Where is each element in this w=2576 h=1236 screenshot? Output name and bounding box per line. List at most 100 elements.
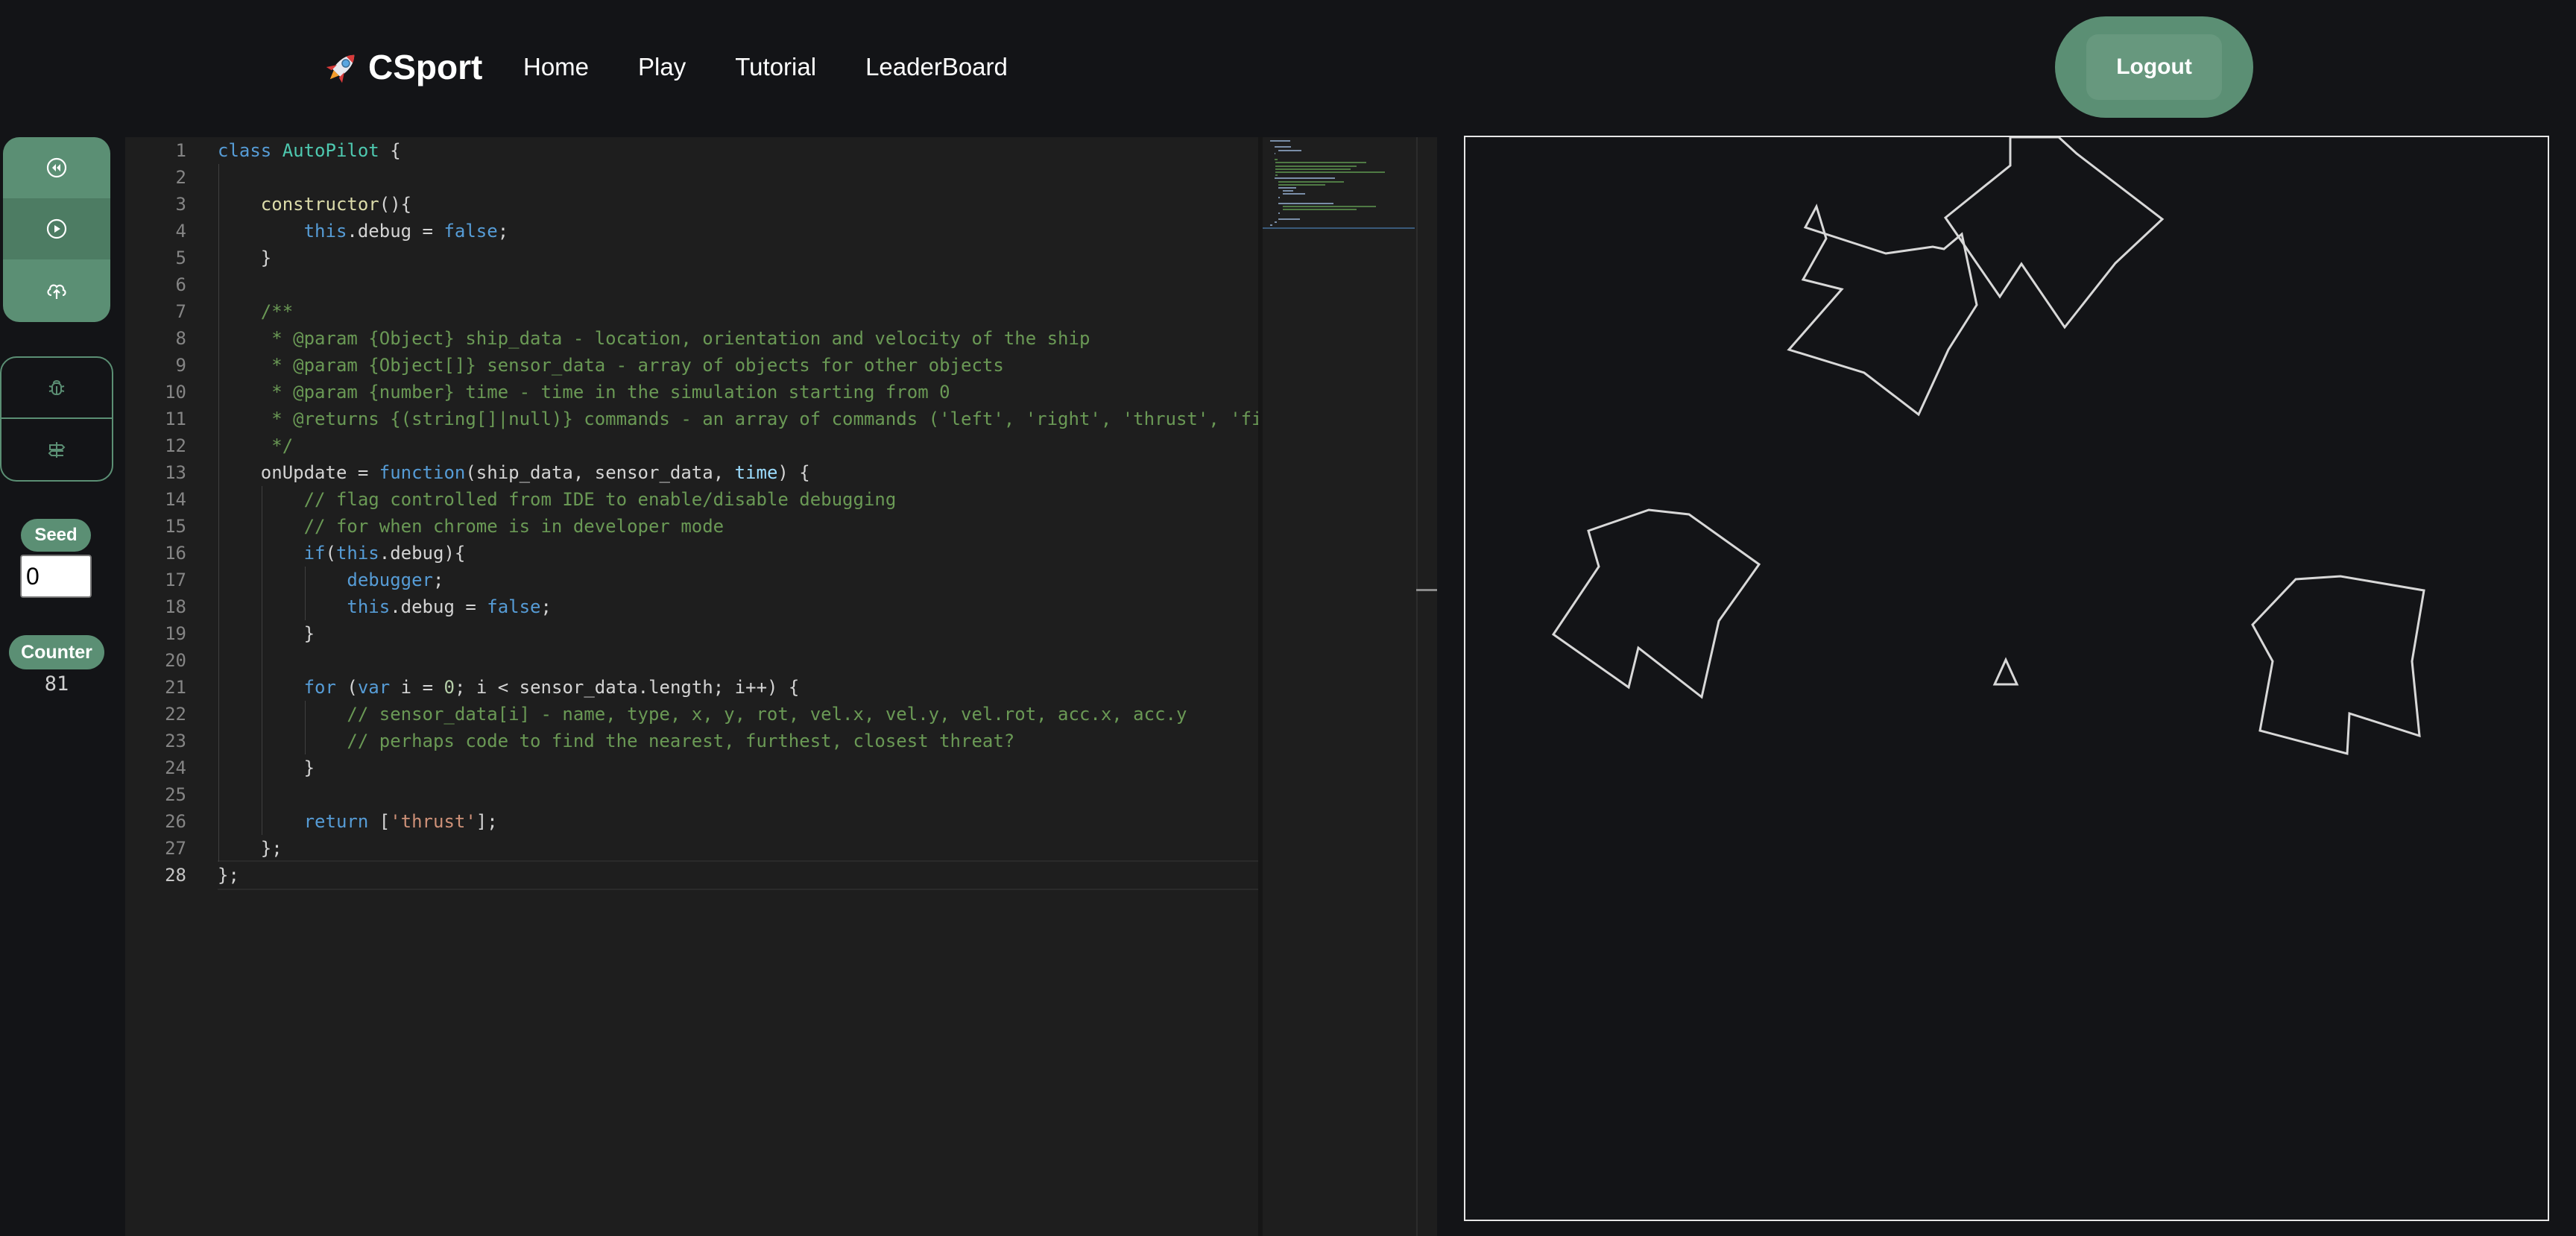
rewind-icon: [46, 157, 67, 178]
minimap-line: [1278, 149, 1301, 151]
code-line[interactable]: };: [218, 835, 1383, 862]
nav-links: Home Play Tutorial LeaderBoard: [523, 46, 1057, 88]
scrollbar-marker: [1416, 589, 1437, 591]
code-line[interactable]: for (var i = 0; i < sensor_data.length; …: [218, 674, 1383, 701]
code-line[interactable]: }: [218, 754, 1383, 781]
line-number: 5: [175, 247, 186, 268]
code-line[interactable]: * @param {Object[]} sensor_data - array …: [218, 352, 1383, 379]
code-line[interactable]: */: [218, 432, 1383, 459]
line-number: 27: [165, 838, 186, 859]
code-line[interactable]: [218, 647, 1383, 674]
nav-home[interactable]: Home: [523, 53, 589, 81]
asteroid: [1787, 204, 1978, 417]
line-number: 28: [165, 865, 186, 886]
minimap-line: [1274, 159, 1278, 161]
editor-scrollbar[interactable]: [1416, 137, 1418, 1236]
editor-minimap[interactable]: [1258, 137, 1415, 1236]
code-line[interactable]: // for when chrome is in developer mode: [218, 513, 1383, 540]
code-line[interactable]: onUpdate = function(ship_data, sensor_da…: [218, 459, 1383, 486]
minimap-line: [1270, 224, 1273, 227]
player-ship: [1992, 657, 2019, 686]
code-line[interactable]: // perhaps code to find the nearest, fur…: [218, 728, 1383, 754]
minimap-line: [1278, 180, 1345, 183]
step-button[interactable]: [1, 419, 112, 480]
code-line[interactable]: this.debug = false;: [218, 593, 1383, 620]
nav-leaderboard[interactable]: LeaderBoard: [865, 53, 1008, 81]
minimap-line: [1274, 152, 1276, 154]
indent-guide: [304, 701, 306, 754]
code-area[interactable]: class AutoPilot { constructor(){ this.de…: [218, 137, 1383, 1236]
code-line[interactable]: * @param {number} time - time in the sim…: [218, 379, 1383, 406]
minimap-line: [1275, 174, 1278, 177]
nav-tutorial[interactable]: Tutorial: [735, 53, 816, 81]
logout-container: Logout: [2055, 16, 2253, 118]
rewind-button[interactable]: [3, 137, 110, 198]
line-number: 1: [175, 140, 186, 161]
code-line[interactable]: [218, 271, 1383, 298]
run-button[interactable]: [3, 198, 110, 259]
minimap-line: [1278, 196, 1280, 198]
line-number: 21: [165, 677, 186, 698]
game-scene: [1551, 137, 2425, 755]
minimap-line: [1282, 209, 1357, 211]
debug-controls: [0, 356, 113, 482]
code-line[interactable]: this.debug = false;: [218, 218, 1383, 245]
line-number: 17: [165, 570, 186, 590]
line-number: 15: [165, 516, 186, 537]
line-number: 24: [165, 757, 186, 778]
code-line[interactable]: return ['thrust'];: [218, 808, 1383, 835]
code-line[interactable]: }: [218, 620, 1383, 647]
indent-guide: [218, 164, 219, 862]
nav-play[interactable]: Play: [638, 53, 686, 81]
code-line[interactable]: [218, 781, 1383, 808]
code-editor[interactable]: 1 2 3 4 5 6 7 8 9 10 11 12 13 14 15 16 17 18 19 20 21 22 23 24 2…: [125, 137, 1437, 1236]
code-line[interactable]: // flag controlled from IDE to enable/di…: [218, 486, 1383, 513]
code-line[interactable]: // sensor_data[i] - name, type, x, y, ro…: [218, 701, 1383, 728]
code-line[interactable]: * @returns {(string[]|null)} commands - …: [218, 406, 1383, 432]
run-controls: [3, 137, 110, 322]
upload-button[interactable]: [3, 259, 110, 321]
line-number: 12: [165, 435, 186, 456]
code-line[interactable]: constructor(){: [218, 191, 1383, 218]
indent-guide: [304, 567, 306, 620]
rocket-icon: [326, 54, 355, 83]
game-canvas[interactable]: [1464, 136, 2549, 1221]
line-number: 19: [165, 623, 186, 644]
asteroid: [1551, 508, 1761, 699]
code-line[interactable]: [218, 164, 1383, 191]
line-number: 11: [165, 409, 186, 429]
minimap-viewport: [1263, 227, 1415, 230]
code-line[interactable]: /**: [218, 298, 1383, 325]
line-number: 7: [175, 301, 186, 322]
logout-button[interactable]: Logout: [2086, 34, 2222, 100]
line-number: 23: [165, 731, 186, 751]
minimap-line: [1270, 140, 1291, 142]
brand-logo[interactable]: CSport: [322, 45, 482, 89]
code-line[interactable]: if(this.debug){: [218, 540, 1383, 567]
upload-cloud-icon: [47, 284, 66, 299]
minimap-line: [1278, 218, 1300, 220]
line-number: 6: [175, 274, 186, 295]
line-number: 14: [165, 489, 186, 510]
seed-input[interactable]: [20, 555, 92, 598]
bug-icon: [48, 380, 65, 395]
line-number: 8: [175, 328, 186, 349]
line-number: 9: [175, 355, 186, 376]
code-line[interactable]: * @param {Object} ship_data - location, …: [218, 325, 1383, 352]
code-line[interactable]: }: [218, 245, 1383, 271]
seed-label: Seed: [21, 519, 91, 552]
code-line[interactable]: debugger;: [218, 567, 1383, 593]
code-line[interactable]: };: [218, 860, 1383, 890]
counter-label: Counter: [9, 635, 104, 669]
minimap-line: [1275, 162, 1366, 164]
minimap-line: [1282, 193, 1306, 195]
minimap-line: [1278, 212, 1280, 214]
brand-name: CSport: [368, 48, 483, 86]
debug-button[interactable]: [1, 358, 112, 419]
minimap-line: [1274, 177, 1336, 180]
line-number: 10: [165, 382, 186, 403]
code-line[interactable]: class AutoPilot {: [218, 137, 1383, 164]
top-navbar: CSport Home Play Tutorial LeaderBoard Lo…: [0, 0, 2576, 136]
minimap-line: [1278, 187, 1297, 189]
minimap-line: [1275, 165, 1357, 167]
